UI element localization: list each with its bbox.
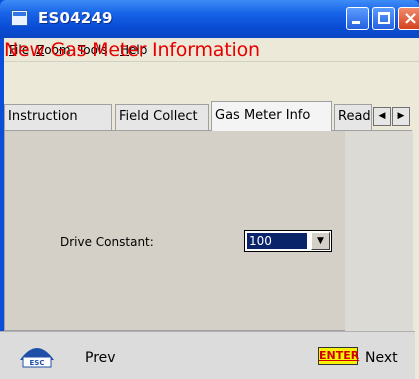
tab-gas-meter-info[interactable]: Gas Meter Info [211, 101, 332, 131]
tab-scroll-left-button[interactable]: ◀ [373, 107, 391, 126]
minimize-icon [352, 21, 360, 24]
bottom-nav-bar: ESC Prev ENTER Next [0, 331, 415, 379]
window-title: ES04249 [38, 9, 113, 27]
drive-constant-label: Drive Constant: [60, 235, 154, 249]
maximize-button[interactable] [372, 7, 395, 30]
next-button[interactable]: Next [365, 350, 398, 366]
tab-instruction[interactable]: Instruction [4, 104, 112, 130]
title-bar[interactable]: ES04249 × [0, 0, 419, 38]
tab-scroll-right-button[interactable]: ▶ [392, 107, 410, 126]
prev-button[interactable]: Prev [85, 350, 116, 366]
esc-text: ESC [30, 359, 45, 367]
close-icon: × [403, 8, 419, 29]
enter-icon[interactable]: ENTER [318, 347, 359, 365]
tab-field-collect[interactable]: Field Collect [115, 104, 209, 130]
tab-readings[interactable]: Readi [334, 104, 372, 130]
esc-icon[interactable]: ESC [18, 340, 56, 368]
form-title: New Gas Meter Information [4, 39, 260, 61]
app-window-icon [11, 10, 28, 26]
maximize-icon [378, 12, 390, 24]
tab-panel-gas-meter-info [4, 130, 413, 331]
application-window: ES04249 × File Zoom Tools Help New Gas M… [0, 0, 419, 379]
drive-constant-value[interactable]: 100 [247, 233, 307, 249]
drive-constant-select[interactable]: 100 ▼ [244, 230, 332, 252]
chevron-down-icon[interactable]: ▼ [311, 232, 330, 250]
panel-shade [345, 131, 413, 331]
close-button[interactable]: × [398, 7, 419, 30]
minimize-button[interactable] [346, 7, 369, 30]
